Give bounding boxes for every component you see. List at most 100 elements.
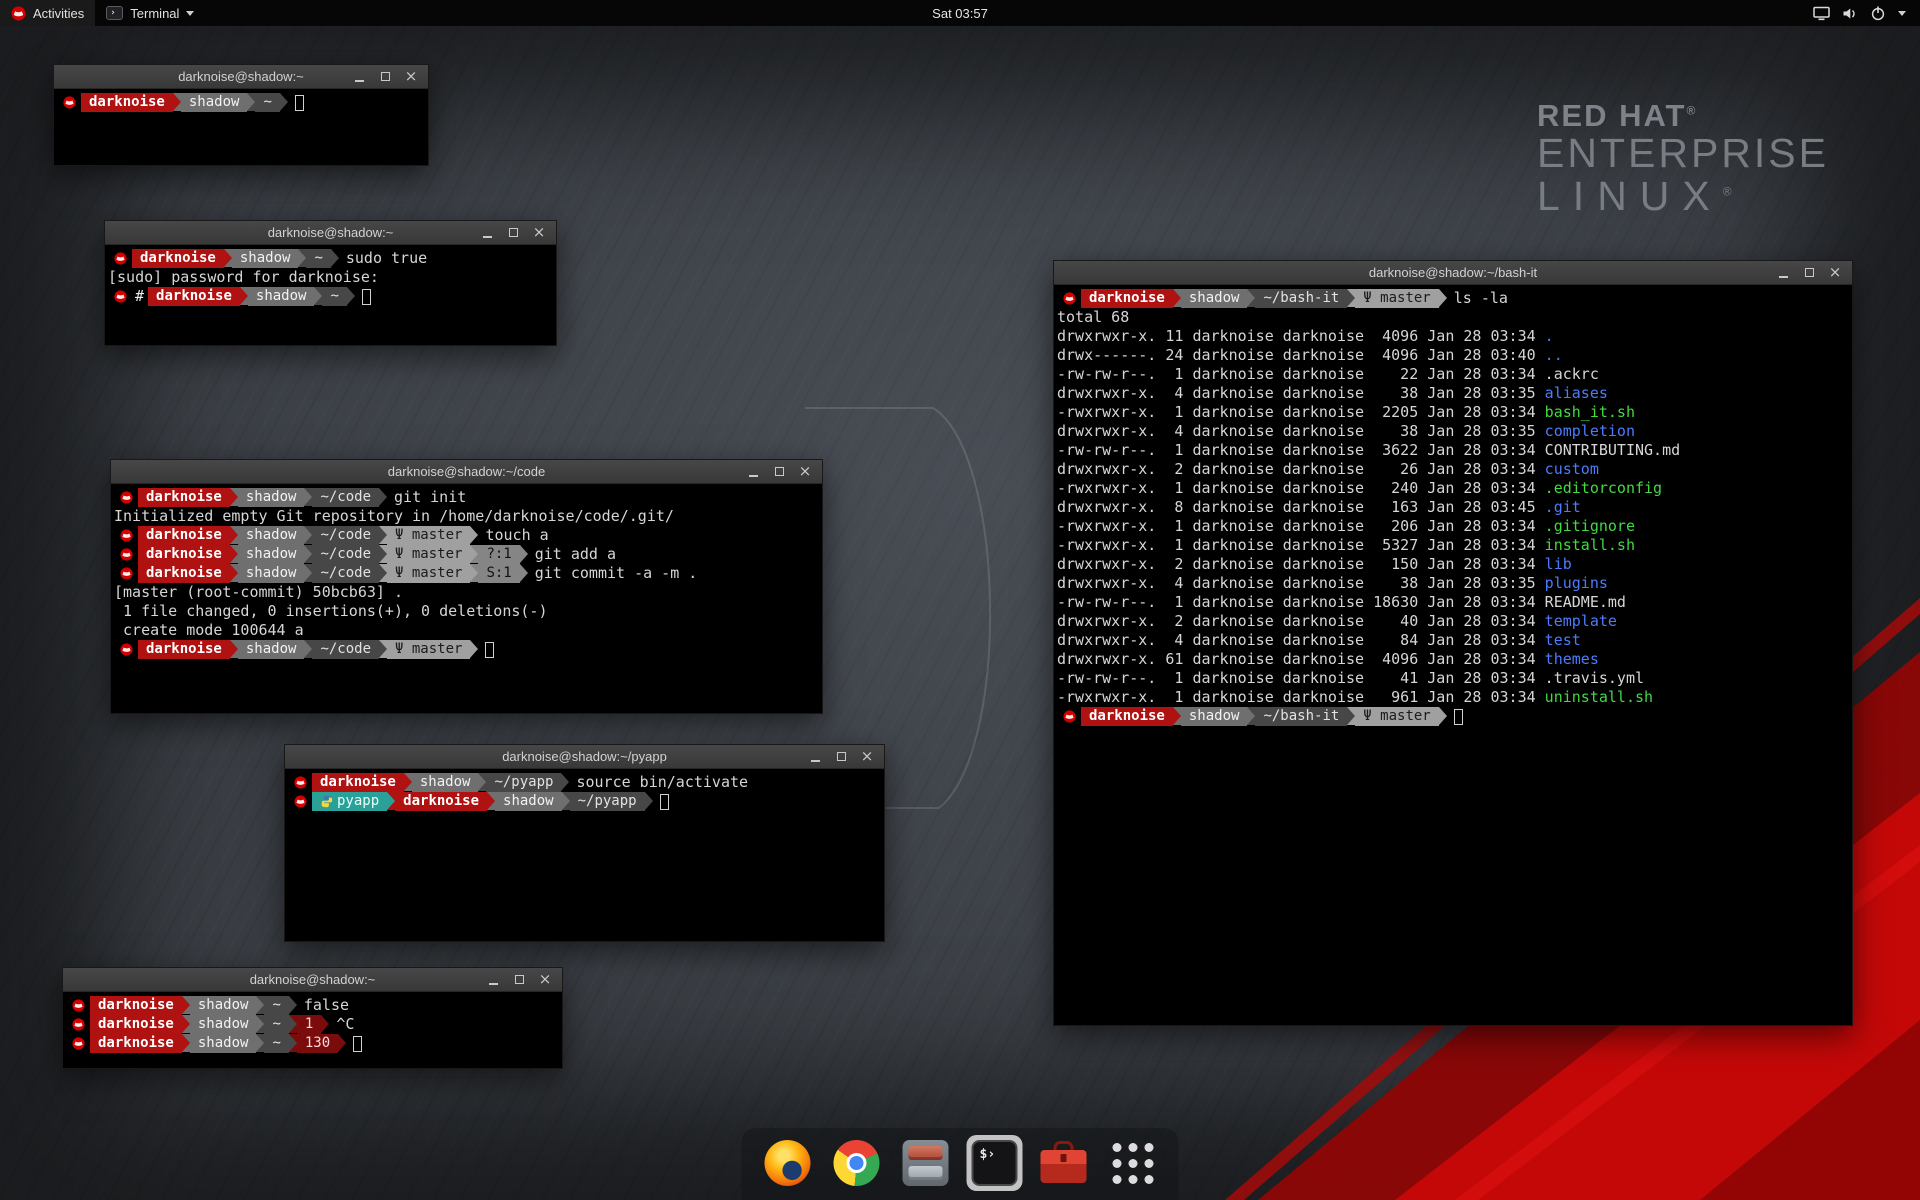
registered-mark: ®: [1723, 184, 1745, 198]
file-name: plugins: [1545, 574, 1608, 593]
close-button[interactable]: ×: [400, 67, 422, 86]
dock-item-terminal[interactable]: $›: [967, 1135, 1023, 1191]
dock-item-files[interactable]: [898, 1135, 954, 1191]
activities-button[interactable]: Activities: [0, 0, 95, 26]
output-text: drwxrwxr-x. 4 darknoise darknoise 38 Jan…: [1057, 384, 1545, 403]
file-name: completion: [1545, 422, 1635, 441]
terminal-content[interactable]: darknoiseshadow~/bash-itΨ masterls -lato…: [1054, 285, 1852, 1025]
close-button[interactable]: ×: [534, 970, 556, 989]
window-title: darknoise@shadow:~/bash-it: [1054, 265, 1852, 280]
terminal-line: drwxrwxr-x. 4 darknoise darknoise 38 Jan…: [1057, 574, 1849, 593]
close-button[interactable]: ×: [1824, 263, 1846, 282]
minimize-button[interactable]: [1772, 263, 1794, 282]
terminal-line: -rwxrwxr-x. 1 darknoise darknoise 5327 J…: [1057, 536, 1849, 555]
powerline-separator-icon: [347, 287, 355, 305]
redhat-icon: [288, 792, 312, 811]
close-button[interactable]: ×: [856, 747, 878, 766]
terminal-line: darknoiseshadow~/bash-itΨ master: [1057, 707, 1849, 726]
terminal-line: drwxrwxr-x. 2 darknoise darknoise 40 Jan…: [1057, 612, 1849, 631]
clock[interactable]: Sat 03:57: [0, 6, 1920, 21]
minimize-button[interactable]: [804, 747, 826, 766]
prompt-segment-host: shadow: [238, 526, 305, 545]
terminal-content[interactable]: darknoiseshadow~falsedarknoiseshadow~1^C…: [63, 992, 562, 1068]
file-name: .gitignore: [1545, 517, 1635, 536]
app-menu-terminal[interactable]: › Terminal: [95, 0, 205, 26]
command-text: git commit -a -m .: [535, 564, 698, 583]
terminal-content[interactable]: darknoiseshadow~/pyappsource bin/activat…: [285, 769, 884, 941]
title-bar[interactable]: darknoise@shadow:~ ×: [54, 65, 428, 89]
wordmark-red-hat: RED HAT: [1537, 98, 1686, 133]
terminal-content[interactable]: darknoiseshadow~: [54, 89, 428, 165]
maximize-button[interactable]: [768, 462, 790, 481]
prompt-segment-code: 130: [297, 1034, 338, 1053]
powerline-separator-icon: [182, 996, 190, 1014]
powerline-separator-icon: [1347, 289, 1355, 307]
terminal-line: darknoiseshadow~/codeΨ mastertouch a: [114, 526, 819, 545]
powerline-separator-icon: [1439, 707, 1447, 725]
minimize-button[interactable]: [742, 462, 764, 481]
maximize-button[interactable]: [502, 223, 524, 242]
minimize-button[interactable]: [482, 970, 504, 989]
maximize-button[interactable]: [830, 747, 852, 766]
dock-item-toolbox[interactable]: [1036, 1135, 1092, 1191]
close-button[interactable]: ×: [794, 462, 816, 481]
powerline-separator-icon: [256, 996, 264, 1014]
prompt-segment-path: ~: [264, 1034, 288, 1053]
powerline-separator-icon: [304, 526, 312, 544]
redhat-icon: [108, 287, 132, 306]
close-button[interactable]: ×: [528, 223, 550, 242]
powerline-separator-icon: [280, 93, 288, 111]
app-grid-icon: [1110, 1140, 1156, 1186]
title-bar[interactable]: darknoise@shadow:~/pyapp ×: [285, 745, 884, 769]
dock-item-firefox[interactable]: [760, 1135, 816, 1191]
dock-item-chrome[interactable]: [829, 1135, 885, 1191]
dock-item-app-grid[interactable]: [1105, 1135, 1161, 1191]
output-text: Initialized empty Git repository in /hom…: [114, 507, 674, 526]
output-text: -rw-rw-r--. 1 darknoise darknoise 41 Jan…: [1057, 669, 1545, 688]
powerline-separator-icon: [289, 1015, 297, 1033]
prompt-segment-host: shadow: [232, 249, 299, 268]
prompt-segment-path: ~/bash-it: [1255, 289, 1347, 308]
prompt-segment-user: darknoise: [132, 249, 224, 268]
terminal-line: drwxrwxr-x. 4 darknoise darknoise 38 Jan…: [1057, 422, 1849, 441]
powerline-separator-icon: [230, 545, 238, 563]
system-status-area[interactable]: [1799, 0, 1920, 26]
powerline-separator-icon: [256, 1015, 264, 1033]
terminal-app-icon: ›: [106, 6, 123, 20]
activities-label: Activities: [33, 6, 84, 21]
title-bar[interactable]: darknoise@shadow:~/code ×: [111, 460, 822, 484]
powerline-separator-icon: [1247, 707, 1255, 725]
minimize-button[interactable]: [476, 223, 498, 242]
chevron-down-icon: [1898, 11, 1906, 16]
title-bar[interactable]: darknoise@shadow:~/bash-it ×: [1054, 261, 1852, 285]
maximize-button[interactable]: [508, 970, 530, 989]
prompt-segment-path: ~/code: [312, 545, 379, 564]
prompt-segment-user: darknoise: [395, 792, 487, 811]
redhat-icon: [114, 640, 138, 659]
prompt-segment-host: shadow: [238, 640, 305, 659]
terminal-content[interactable]: darknoiseshadow~/codegit initInitialized…: [111, 484, 822, 713]
terminal-window-5: darknoise@shadow:~ × darknoiseshadow~fal…: [62, 967, 563, 1069]
file-name: lib: [1545, 555, 1572, 574]
output-text: drwxrwxr-x. 4 darknoise darknoise 38 Jan…: [1057, 574, 1545, 593]
powerline-separator-icon: [520, 564, 528, 582]
terminal-window-3: darknoise@shadow:~/code × darknoiseshado…: [110, 459, 823, 714]
minimize-button[interactable]: [348, 67, 370, 86]
registered-mark: ®: [1686, 104, 1697, 118]
maximize-button[interactable]: [374, 67, 396, 86]
title-bar[interactable]: darknoise@shadow:~ ×: [105, 221, 556, 245]
title-bar[interactable]: darknoise@shadow:~ ×: [63, 968, 562, 992]
terminal-cursor: [362, 289, 371, 305]
prompt-segment-host: shadow: [238, 488, 305, 507]
powerline-separator-icon: [289, 1034, 297, 1052]
prompt-segment-git: Ψ master: [1355, 289, 1438, 308]
terminal-content[interactable]: darknoiseshadow~sudo true[sudo] password…: [105, 245, 556, 345]
maximize-button[interactable]: [1798, 263, 1820, 282]
powerline-separator-icon: [256, 1034, 264, 1052]
prompt-segment-git: Ψ master: [387, 640, 470, 659]
redhat-icon: [114, 564, 138, 583]
redhat-logo-icon: [11, 6, 26, 21]
command-text: source bin/activate: [576, 773, 748, 792]
prompt-segment-code: 1: [297, 1015, 321, 1034]
prompt-segment-user: darknoise: [138, 640, 230, 659]
